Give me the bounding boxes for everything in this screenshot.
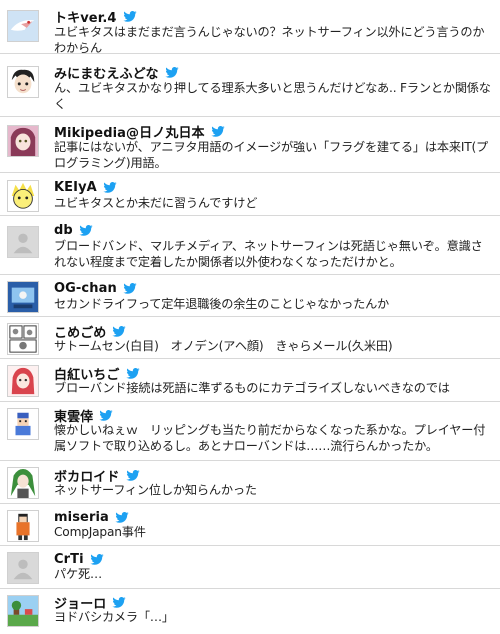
- tweet-text: ユビキタスはまだまだ言うんじゃないの？ネットサーフィン以外にどう言うのかわからん: [54, 25, 485, 55]
- tweet-item: KEIyA ユビキタスとか未だに習うんですけど: [0, 173, 500, 216]
- blue-screen-avatar[interactable]: [7, 281, 39, 313]
- tweet-text: ユビキタスとか未だに習うんですけど: [54, 196, 258, 210]
- tweet-item: ボカロイド ネットサーフィン位しか知らんかった: [0, 461, 500, 504]
- tweet-text: ネットサーフィン位しか知らんかった: [54, 483, 257, 497]
- red-hair-girl-avatar[interactable]: [7, 365, 39, 397]
- default-no-image-avatar[interactable]: [7, 552, 39, 584]
- twitter-bird-icon: [115, 511, 129, 523]
- tweet-item: Mikipedia@日ノ丸日本 記事にはないが、アニヲタ用語のイメージが強い「フ…: [0, 117, 500, 173]
- yellow-character-avatar[interactable]: [7, 180, 39, 212]
- user-name[interactable]: KEIyA: [54, 180, 97, 195]
- tweet-text: ブロードバンド、マルチメディア、ネットサーフィンは死語じゃ無いぞ。意識されない程…: [54, 239, 483, 269]
- twitter-bird-icon: [112, 596, 127, 608]
- tweet-item: ジョーロ ヨドバシカメラ「…」: [0, 589, 500, 634]
- tweet-text: ブローバンド接続は死語に準ずるものにカテゴライズしないべきなのでは: [54, 381, 450, 395]
- user-name[interactable]: miseria: [54, 510, 109, 525]
- tweet-item: トキver.4 ユビキタスはまだまだ言うんじゃないの？ネットサーフィン以外にどう…: [0, 0, 500, 55]
- pixel-landscape-avatar[interactable]: [7, 595, 39, 627]
- tweet-item: CrTi パケ死…: [0, 546, 500, 589]
- pixel-character-avatar[interactable]: [7, 408, 39, 440]
- twitter-bird-icon: [122, 10, 137, 22]
- tweet-text: ん、ユビキタスかなり押してる理系大多いと思うんだけどなあ.. Fランとか関係なく: [54, 81, 491, 111]
- tweet-text: サトームセン(白目) オノデン(アヘ顔) きゃらメール(久米田): [54, 339, 393, 353]
- tweet-item: こめごめ サトームセン(白目) オノデン(アヘ顔) きゃらメール(久米田): [0, 317, 500, 359]
- twitter-bird-icon: [164, 66, 179, 78]
- user-name[interactable]: トキver.4: [54, 7, 117, 26]
- tweet-text: セカンドライフって定年退職後の余生のことじゃなかったんか: [54, 297, 390, 311]
- anime-boy-avatar[interactable]: [7, 66, 39, 98]
- tweet-item: miseria CompJapan事件: [0, 504, 500, 546]
- user-name[interactable]: db: [54, 223, 73, 238]
- twitter-bird-icon: [79, 224, 93, 236]
- tweet-text: 記事にはないが、アニヲタ用語のイメージが強い「フラグを建てる」は本来IT(プログ…: [54, 140, 489, 170]
- tweet-text: パケ死…: [54, 567, 102, 581]
- twitter-bird-icon: [103, 181, 117, 193]
- twitter-bird-icon: [125, 469, 140, 481]
- green-hair-avatar[interactable]: [7, 467, 39, 499]
- user-name[interactable]: Mikipedia@日ノ丸日本: [54, 122, 205, 141]
- tweet-feed: トキver.4 ユビキタスはまだまだ言うんじゃないの？ネットサーフィン以外にどう…: [0, 0, 500, 634]
- tweet-text: ヨドバシカメラ「…」: [54, 610, 174, 624]
- tweet-item: 東雲倖 懐かしいねぇｗ リッピングも当たり前だからなくなった系かな。プレイヤー付…: [0, 402, 500, 461]
- twitter-bird-icon: [123, 282, 137, 294]
- manga-panel-avatar[interactable]: [7, 323, 39, 355]
- tweet-item: OG-chan セカンドライフって定年退職後の余生のことじゃなかったんか: [0, 275, 500, 317]
- tweet-text: CompJapan事件: [54, 525, 146, 539]
- user-name[interactable]: みにまむえふどな: [54, 63, 159, 82]
- tweet-item: 白紅いちご ブローバンド接続は死語に準ずるものにカテゴライズしないべきなのでは: [0, 359, 500, 402]
- twitter-bird-icon: [125, 367, 140, 379]
- user-name[interactable]: CrTi: [54, 552, 84, 567]
- orange-figure-avatar[interactable]: [7, 510, 39, 542]
- twitter-bird-icon: [99, 409, 113, 421]
- tweet-item: みにまむえふどな ん、ユビキタスかなり押してる理系大多いと思うんだけどなあ.. …: [0, 54, 500, 117]
- twitter-bird-icon: [211, 125, 225, 137]
- twitter-bird-icon: [112, 325, 127, 337]
- tweet-text: 懐かしいねぇｗ リッピングも当たり前だからなくなった系かな。プレイヤー付属ソフト…: [54, 423, 486, 453]
- tweet-item: db ブロードバンド、マルチメディア、ネットサーフィンは死語じゃ無いぞ。意識され…: [0, 216, 500, 275]
- twitter-bird-icon: [90, 553, 104, 565]
- default-no-image-avatar[interactable]: [7, 226, 39, 258]
- anime-girl-avatar[interactable]: [7, 125, 39, 157]
- toki-bird-avatar[interactable]: [7, 10, 39, 42]
- user-name[interactable]: OG-chan: [54, 281, 117, 296]
